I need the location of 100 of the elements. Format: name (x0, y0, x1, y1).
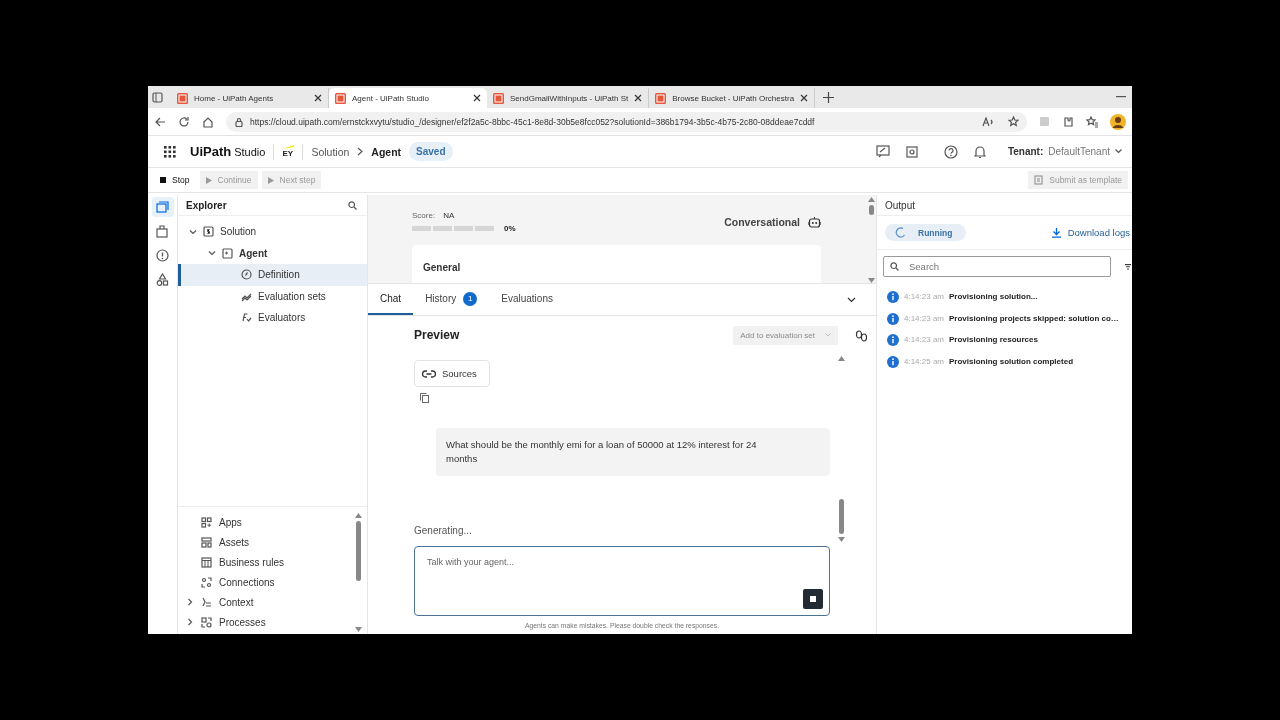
browser-tab[interactable]: Agent - UiPath Studio (329, 88, 487, 108)
info-icon (887, 291, 899, 303)
close-icon[interactable] (314, 94, 322, 102)
tree-item[interactable]: Agent (178, 242, 367, 264)
status-badge: Running (885, 224, 967, 241)
star-icon[interactable] (1008, 116, 1019, 127)
notifications-icon[interactable] (973, 144, 986, 159)
processes-icon (201, 616, 212, 628)
progress-reading: 0% (504, 224, 516, 233)
download-logs-link[interactable]: Download logs (1051, 227, 1130, 238)
tree-item[interactable]: Evaluation sets (178, 285, 367, 307)
connections-icon (201, 576, 212, 588)
stop-generating-button[interactable] (803, 589, 823, 609)
scrollbar[interactable] (837, 356, 846, 542)
resource-item[interactable]: Connections (186, 572, 354, 593)
avatar-icon[interactable] (1110, 113, 1126, 130)
agent-icon (222, 247, 233, 259)
scroll-thumb[interactable] (356, 521, 361, 581)
stop-icon (160, 177, 166, 183)
log-message: Provisioning solution... (949, 291, 1038, 301)
uipath-favicon-icon (493, 92, 504, 104)
scrollbar[interactable] (354, 513, 363, 632)
resource-item[interactable]: Processes (186, 612, 354, 632)
search-icon (890, 262, 899, 271)
sources-button[interactable]: Sources (414, 360, 490, 387)
resource-item[interactable]: Business rules (186, 552, 354, 573)
tab-actions-icon[interactable] (152, 91, 163, 103)
uipath-favicon-icon (335, 92, 346, 104)
url-text: https://cloud.uipath.com/ernstckxvytu/studio_/designer/ef2f2a5c-8bbc-45c1-8e8d-30b5e8fcc052?solutionId=386b1794-3b5c-4b75-2c80-08ddeae7cddf (250, 116, 815, 127)
panel-tab[interactable]: History 1 (413, 284, 490, 315)
brand-name[interactable]: UiPath (190, 144, 232, 159)
user-message: What should be the monthly emi for a loan of 50000 at 12% interest for 24 months (436, 428, 830, 476)
log-time: 4:14:23 am (904, 291, 945, 301)
close-icon[interactable] (473, 94, 481, 102)
close-icon[interactable] (800, 94, 809, 102)
reload-icon[interactable] (178, 115, 190, 128)
close-icon[interactable] (634, 94, 643, 102)
search-box[interactable]: Search (883, 256, 1111, 277)
log-time: 4:14:23 am (904, 312, 945, 323)
preview-title: Preview (414, 328, 460, 342)
favorites-icon[interactable] (1086, 115, 1098, 128)
stop-button[interactable]: Stop (154, 171, 196, 189)
info-icon (887, 355, 899, 368)
minimize-icon[interactable] (1116, 96, 1126, 98)
breadcrumb-item[interactable]: Solution (311, 145, 350, 158)
tree-item[interactable]: Evaluators (178, 307, 367, 329)
robot-icon (808, 216, 821, 228)
scroll-up-icon (355, 513, 362, 518)
apps-icon (201, 517, 212, 529)
product-name[interactable]: Studio (234, 146, 266, 158)
help-icon[interactable] (943, 144, 958, 159)
agent-type: Conversational (724, 216, 800, 228)
caret-icon (825, 333, 831, 337)
back-icon[interactable] (154, 115, 166, 128)
scroll-down-icon (868, 278, 875, 283)
extensions-icon[interactable] (1062, 115, 1074, 128)
copy-icon[interactable] (420, 393, 429, 403)
tree-item[interactable]: Definition (178, 264, 367, 286)
read-aloud-icon[interactable] (982, 116, 994, 127)
log-message: Provisioning resources (949, 334, 1038, 344)
log-time: 4:14:23 am (904, 334, 945, 344)
collapse-icon[interactable] (847, 296, 856, 303)
table-icon (201, 557, 212, 569)
scroll-up-icon (838, 356, 845, 361)
compass-icon (241, 269, 252, 281)
scroll-thumb[interactable] (869, 205, 874, 215)
score-label: Score: (412, 211, 436, 220)
info-icon (887, 334, 899, 346)
home-icon[interactable] (202, 115, 214, 128)
search-icon[interactable] (348, 200, 357, 210)
filter-icon[interactable] (1125, 263, 1131, 270)
resource-item[interactable]: Assets (186, 532, 354, 553)
address-field[interactable]: https://cloud.uipath.com/ernstckxvytu/studio_/designer/ef2f2a5c-8bbc-45c1-8e8d-30b5e8fcc052?solutionId=386b1794-3b5c-4b75-2c80-08ddeae7cddf (226, 111, 1027, 132)
new-tab-icon[interactable] (823, 91, 835, 103)
tenant-selector[interactable]: Tenant: DefaultTenant (1007, 146, 1122, 157)
partner-logo-text: EY (282, 149, 294, 158)
tree-item[interactable]: Solution (178, 221, 367, 243)
scroll-thumb[interactable] (839, 499, 844, 534)
panel-title: Explorer (186, 199, 227, 211)
chevron-icon (208, 249, 216, 258)
resource-item[interactable]: Apps (186, 513, 354, 533)
feedback-icon[interactable] (875, 145, 890, 158)
chat-input-box[interactable]: Talk with your agent... (414, 546, 830, 616)
caret-icon (1115, 149, 1122, 154)
panel-tab[interactable]: Evaluations (489, 284, 565, 315)
ey-mark-icon (282, 145, 295, 149)
link-icon (422, 369, 436, 378)
panel-title: Output (885, 199, 916, 211)
panel-tab[interactable]: Chat (368, 284, 414, 315)
chevron-icon (186, 598, 194, 607)
function-icon (241, 312, 252, 324)
message-field[interactable]: Talk with your agent... (425, 555, 823, 589)
resource-item[interactable]: Context (186, 592, 354, 613)
solution-icon (203, 226, 214, 238)
status-text: Generating... (414, 525, 472, 536)
scrollbar[interactable] (867, 197, 876, 283)
alert-icon (156, 248, 169, 262)
app-launcher-icon[interactable] (164, 145, 176, 158)
log-time: 4:14:25 am (904, 355, 945, 366)
footsteps-icon[interactable] (854, 330, 868, 343)
